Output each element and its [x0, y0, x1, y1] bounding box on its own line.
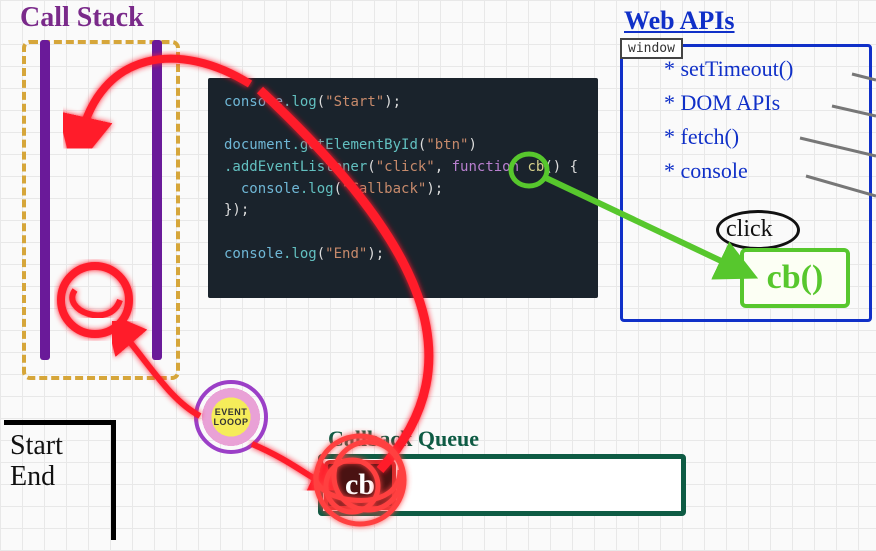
api-settimeout: setTimeout()	[664, 56, 793, 82]
web-apis-list: setTimeout() DOM APIs fetch() console	[664, 56, 793, 192]
api-dom: DOM APIs	[664, 90, 793, 116]
code-snippet: console.log("Start"); document.getElemen…	[208, 78, 598, 298]
api-fetch: fetch()	[664, 124, 793, 150]
call-stack-right-wall	[152, 40, 162, 360]
output-line-end: End	[10, 462, 105, 493]
arrow-loop-to-queue	[252, 444, 328, 486]
callback-queue-item: cb	[324, 460, 396, 510]
click-event-label: click	[726, 216, 773, 243]
api-console: console	[664, 158, 793, 184]
web-apis-title: Web APIs	[624, 6, 735, 36]
event-loop-badge: EVENT LOOOP	[194, 380, 268, 454]
callback-queue-title: Callback Queue	[328, 426, 479, 452]
web-apis-callback-box: cb()	[740, 248, 850, 308]
call-stack-left-wall	[40, 40, 50, 360]
output-line-start: Start	[10, 431, 105, 462]
call-stack-title: Call Stack	[20, 2, 144, 34]
console-output-box: Start End	[4, 420, 116, 540]
event-loop-label: EVENT LOOOP	[198, 407, 264, 427]
